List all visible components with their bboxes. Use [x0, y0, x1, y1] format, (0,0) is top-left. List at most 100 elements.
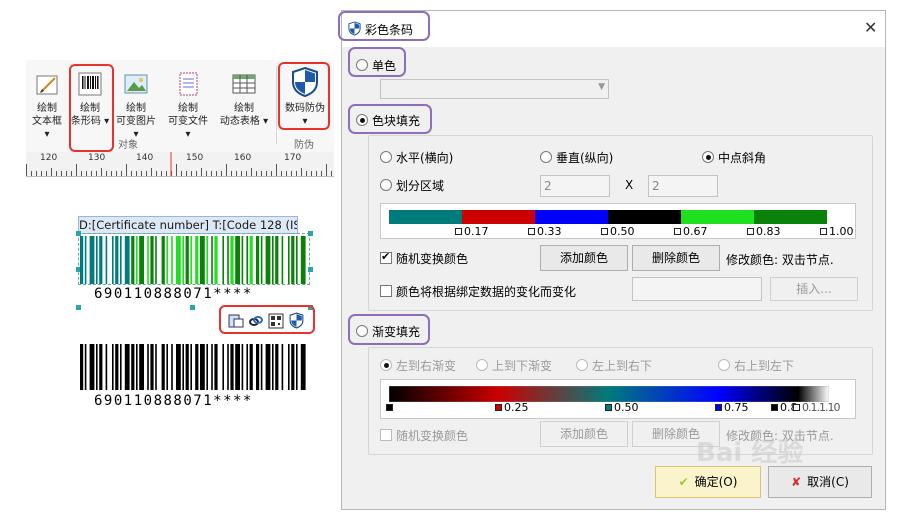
highlight-anticounterfeit — [278, 62, 330, 130]
block-stop-marker[interactable] — [747, 228, 754, 235]
barcode-bar — [200, 236, 205, 284]
barcode-bar — [249, 236, 253, 284]
gradient-stop-marker[interactable] — [605, 404, 612, 411]
group-label-security: 防伪 — [294, 140, 314, 151]
barcode-bar — [206, 344, 208, 390]
draw-textbox-button[interactable]: 绘制 文本框 ▾ — [28, 70, 66, 141]
gradient-stop-marker[interactable] — [793, 404, 800, 411]
add-color-button[interactable]: 添加颜色 — [540, 245, 628, 271]
gradient-random-checkbox[interactable] — [380, 429, 392, 441]
gradient-tl-label: 左上到右下 — [592, 359, 653, 373]
block-stop-label: 0.50 — [610, 225, 635, 238]
gradient-stop-label: 0.25 — [504, 401, 529, 414]
gradient-tl-radio[interactable] — [576, 359, 588, 371]
barcode-bar — [272, 344, 274, 390]
barcode-bar — [89, 344, 95, 390]
barcode-bar — [147, 236, 149, 284]
block-stop-marker[interactable] — [674, 228, 681, 235]
barcode-bar — [96, 236, 98, 284]
horizontal-radio[interactable] — [380, 151, 392, 163]
ruler-mark: 160 — [234, 153, 252, 163]
vertical-radio[interactable] — [540, 151, 552, 163]
center-diagonal-radio[interactable] — [702, 151, 714, 163]
block-stop-marker[interactable] — [601, 228, 608, 235]
barcode-bar — [89, 236, 95, 284]
barcode-bar — [96, 344, 98, 390]
follow-data-checkbox[interactable] — [380, 285, 392, 297]
barcode-bar — [241, 344, 244, 390]
barcode-bar — [222, 236, 224, 284]
barcode-bar — [185, 236, 189, 284]
barcode-bar — [155, 236, 157, 284]
table-icon — [232, 74, 256, 94]
barcode-bar — [131, 344, 135, 390]
gradient-stop-marker[interactable] — [495, 404, 502, 411]
gradient-color-bar[interactable] — [389, 386, 829, 402]
divide-area-radio[interactable] — [380, 179, 392, 191]
barcode-bar — [176, 344, 181, 390]
barcode-bar — [256, 344, 260, 390]
gradient-add-color-button[interactable]: 添加颜色 — [540, 421, 628, 447]
color-barcode-dialog: 彩色条码 ✕ 单色 ▼ 色块填充 水平(横向) 垂直(纵向) 中点斜角 划分区域… — [341, 10, 886, 510]
barcode-bar — [185, 344, 189, 390]
barcode-bar — [155, 344, 157, 390]
barcode-text-2: 690110888071**** — [94, 393, 253, 409]
barcode-bar — [139, 236, 144, 284]
block-color-bar[interactable] — [389, 210, 829, 224]
cancel-button[interactable]: ✘ 取消(C) — [768, 466, 872, 498]
color-barcode[interactable] — [80, 236, 306, 284]
gradient-tb-radio[interactable] — [476, 359, 488, 371]
barcode-bar — [288, 236, 290, 284]
delete-color-button[interactable]: 删除颜色 — [632, 245, 720, 271]
vertical-label: 垂直(纵向) — [556, 151, 614, 165]
textbox-icon — [36, 75, 58, 95]
gradient-stop-marker[interactable] — [386, 404, 393, 411]
ok-button[interactable]: ✔ 确定(O) — [655, 466, 761, 498]
barcode-bar — [136, 344, 138, 390]
ribbon-divider — [276, 66, 277, 144]
black-barcode[interactable] — [80, 344, 306, 390]
mono-color-select[interactable]: ▼ — [380, 79, 609, 99]
horizontal-label: 水平(横向) — [396, 151, 454, 165]
gradient-stop-marker[interactable] — [771, 404, 778, 411]
gradient-color-strip[interactable]: 0.25 0.50 0.75 0.8 0.1.1.10 — [380, 379, 856, 419]
draw-dynamic-table-button[interactable]: 绘制 动态表格 ▾ — [218, 70, 270, 128]
group-label-object: 对象 — [118, 140, 138, 151]
gradient-tr-radio[interactable] — [718, 359, 730, 371]
barcode-bar — [120, 236, 122, 284]
highlight-gradient-fill — [348, 314, 430, 345]
block-stop-marker[interactable] — [528, 228, 535, 235]
block-stop-marker[interactable] — [820, 228, 827, 235]
barcode-bar — [124, 236, 130, 284]
draw-variable-image-button[interactable]: 绘制 可变图片 ▾ — [114, 70, 158, 141]
barcode-bar — [112, 236, 114, 284]
insert-button[interactable]: 插入... — [770, 277, 858, 301]
barcode-bar — [227, 344, 229, 390]
barcode-bar — [235, 344, 240, 390]
bound-data-input[interactable] — [632, 277, 762, 301]
block-color-segment — [462, 210, 535, 224]
block-color-strip[interactable]: 0.17 0.33 0.50 0.67 0.83 1.00 — [380, 203, 856, 239]
random-color-checkbox[interactable]: ✔ — [380, 250, 392, 264]
barcode-bar — [246, 236, 248, 284]
barcode-bar — [300, 344, 306, 390]
barcode-bar — [296, 344, 298, 390]
close-icon[interactable]: ✕ — [864, 18, 877, 37]
block-stop-marker[interactable] — [455, 228, 462, 235]
gradient-stop-marker[interactable] — [715, 404, 722, 411]
horizontal-ruler: 120 130 140 150 160 170 — [26, 152, 334, 177]
barcode-bar — [182, 344, 184, 390]
divide-x-input[interactable]: 2 — [540, 175, 610, 197]
barcode-bar — [150, 344, 154, 390]
check-icon: ✔ — [381, 250, 391, 263]
gradient-random-label: 随机变换颜色 — [396, 429, 469, 443]
draw-variable-file-button[interactable]: 绘制 可变文件 ▾ — [164, 70, 212, 141]
block-stop-label: 0.33 — [537, 225, 562, 238]
file-icon — [179, 72, 198, 96]
block-stop-label: 0.17 — [464, 225, 489, 238]
ruler-mark: 150 — [186, 153, 204, 163]
divide-y-input[interactable]: 2 — [648, 175, 718, 197]
barcode-bar — [281, 344, 284, 390]
barcode-bar — [230, 344, 234, 390]
gradient-lr-radio[interactable] — [380, 359, 392, 371]
